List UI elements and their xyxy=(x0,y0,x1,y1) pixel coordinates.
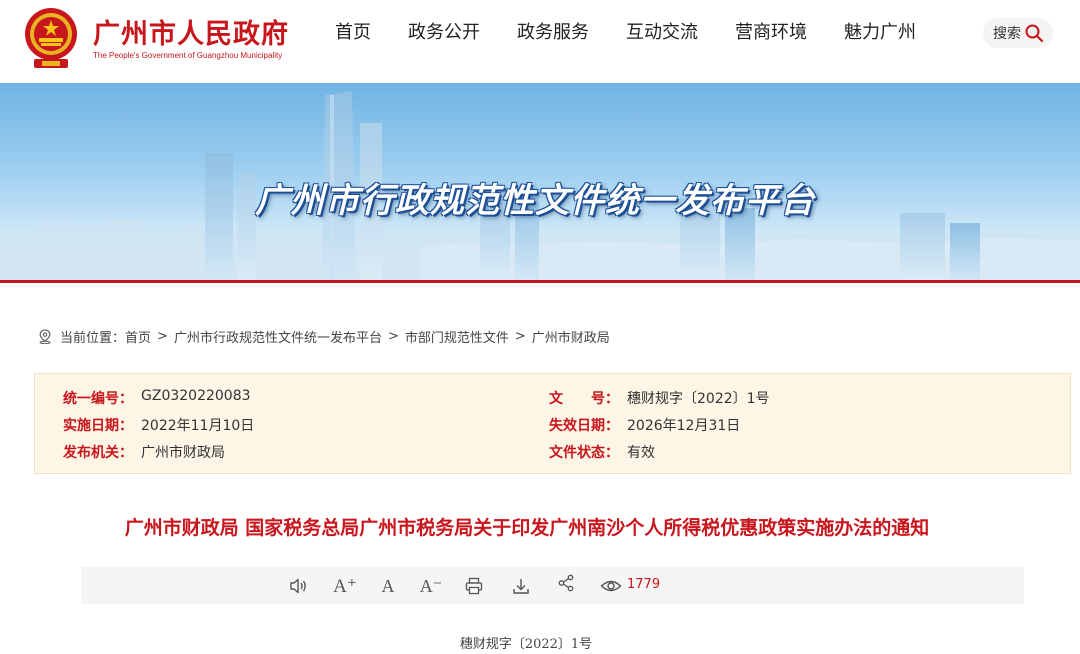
share-button[interactable] xyxy=(555,572,577,594)
breadcrumb-item-platform[interactable]: 广州市行政规范性文件统一发布平台 xyxy=(174,327,382,346)
speaker-icon xyxy=(290,578,306,594)
meta-status-label: 文件状态： xyxy=(549,445,619,461)
breadcrumb: 当前位置： 首页 > 广州市行政规范性文件统一发布平台 > 市部门规范性文件 >… xyxy=(38,327,610,346)
view-count: 1779 xyxy=(627,577,661,592)
meta-expiry-label: 失效日期： xyxy=(549,418,619,434)
search-button[interactable]: 搜索 xyxy=(983,18,1053,48)
meta-status-value: 有效 xyxy=(627,445,655,461)
document-title: 广州市财政局 国家税务总局广州市税务局关于印发广州南沙个人所得税优惠政策实施办法… xyxy=(124,517,930,539)
meta-expiry-date: 失效日期： 2026年12月31日 xyxy=(549,415,740,435)
print-button[interactable] xyxy=(463,575,485,597)
breadcrumb-separator: > xyxy=(514,328,526,344)
article-toolbar: A⁺ A A⁻ 1779 xyxy=(81,567,1024,604)
site-title[interactable]: 广州市人民政府 xyxy=(93,12,289,51)
meta-docnum-label: 文 号： xyxy=(549,391,619,407)
meta-docnum: 文 号： 穗财规字〔2022〕1号 xyxy=(549,388,770,408)
meta-effective-label: 实施日期： xyxy=(63,418,133,434)
meta-issuer-label: 发布机关： xyxy=(63,445,133,461)
views-indicator xyxy=(600,575,622,597)
meta-serial-label: 统一编号： xyxy=(63,391,133,407)
search-icon xyxy=(1025,24,1044,43)
site-subtitle-en: The People's Government of Guangzhou Mun… xyxy=(93,51,283,60)
download-button[interactable] xyxy=(510,575,532,597)
breadcrumb-item-home[interactable]: 首页 xyxy=(125,327,151,346)
banner-title: 广州市行政规范性文件统一发布平台 xyxy=(255,181,815,221)
meta-status: 文件状态： 有效 xyxy=(549,442,655,462)
printer-icon xyxy=(465,577,483,595)
font-decrease-label: A⁻ xyxy=(419,575,443,596)
nav-item-interaction[interactable]: 互动交流 xyxy=(626,20,698,46)
site-header: 广州市人民政府 The People's Government of Guang… xyxy=(0,0,1080,83)
breadcrumb-prefix: 当前位置： xyxy=(60,330,126,346)
read-aloud-button[interactable] xyxy=(288,575,310,597)
breadcrumb-separator: > xyxy=(157,328,168,344)
national-emblem-icon[interactable] xyxy=(22,7,80,71)
document-number: 穗财规字〔2022〕1号 xyxy=(459,637,593,652)
font-increase-button[interactable]: A⁺ xyxy=(333,575,357,597)
meta-serial-value: GZ0320220083 xyxy=(141,388,251,404)
banner: 广州市行政规范性文件统一发布平台 xyxy=(0,83,1080,283)
breadcrumb-separator: > xyxy=(387,328,399,344)
meta-expiry-value: 2026年12月31日 xyxy=(627,418,741,434)
meta-effective-value: 2022年11月10日 xyxy=(141,418,255,434)
nav-item-business-env[interactable]: 营商环境 xyxy=(735,20,807,46)
breadcrumb-item-dept-docs[interactable]: 市部门规范性文件 xyxy=(405,327,509,346)
breadcrumb-item-finance-bureau[interactable]: 广州市财政局 xyxy=(532,327,610,346)
nav-item-gov-affairs-open[interactable]: 政务公开 xyxy=(408,20,480,46)
font-increase-label: A⁺ xyxy=(333,575,357,597)
meta-serial: 统一编号： GZ0320220083 xyxy=(63,388,251,408)
meta-effective-date: 实施日期： 2022年11月10日 xyxy=(63,415,254,435)
search-label: 搜索 xyxy=(993,26,1021,42)
eye-icon xyxy=(600,580,622,592)
share-icon xyxy=(558,574,574,592)
font-normal-button[interactable]: A xyxy=(377,575,399,597)
nav-item-gov-services[interactable]: 政务服务 xyxy=(517,20,589,46)
font-normal-label: A xyxy=(381,575,395,596)
meta-docnum-value: 穗财规字〔2022〕1号 xyxy=(627,391,770,407)
document-metadata: 统一编号： GZ0320220083 文 号： 穗财规字〔2022〕1号 实施日… xyxy=(34,373,1071,474)
download-icon xyxy=(513,579,529,594)
nav-item-home[interactable]: 首页 xyxy=(335,20,371,46)
meta-issuer-value: 广州市财政局 xyxy=(141,445,225,461)
main-nav: 首页 政务公开 政务服务 互动交流 营商环境 魅力广州 xyxy=(335,20,953,46)
font-decrease-button[interactable]: A⁻ xyxy=(419,575,443,597)
meta-issuer: 发布机关： 广州市财政局 xyxy=(63,442,225,462)
nav-item-charm-gz[interactable]: 魅力广州 xyxy=(844,20,916,46)
location-pin-icon xyxy=(39,328,51,344)
